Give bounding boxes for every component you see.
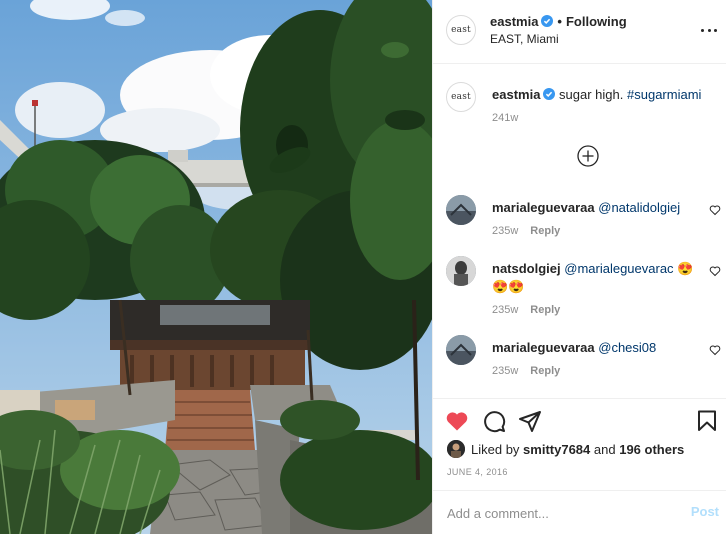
comment-meta: 235w Reply [492,365,560,377]
post-comment-button[interactable]: Post [691,504,719,519]
caption-text: eastmia sugar high. #sugarmiami [492,86,702,104]
rooftop-garden-photo [0,0,432,534]
caption-avatar[interactable]: east [446,82,476,112]
location-link[interactable]: EAST, Miami [490,32,559,46]
liker-username[interactable]: smitty7684 [523,442,590,457]
post-header: east eastmia • Following EAST, Miami [433,0,726,64]
commenter-avatar[interactable] [446,335,476,365]
comment-input[interactable] [447,503,667,523]
comment-age: 235w [492,225,519,237]
comment-text: marialeguevaraa @chesi08 [492,339,702,357]
verified-badge-icon [543,88,556,100]
comment-meta: 235w Reply [492,225,560,237]
liker-avatar[interactable] [447,440,465,458]
comment-mention[interactable]: @chesi08 [598,340,656,355]
comment-row: marialeguevaraa @chesi08 235w Reply [433,335,726,385]
separator-dot: • [557,14,562,29]
verified-badge-icon [541,15,554,27]
reply-button[interactable]: Reply [530,365,560,377]
post-actions: Liked by smitty7684 and 196 others JUNE … [433,398,726,533]
plus-circle-icon[interactable] [577,145,599,167]
post-sidebar: east eastmia • Following EAST, Miami east … [432,0,726,534]
comment-meta: 235w Reply [492,304,560,316]
comment-age: 235w [492,365,519,377]
bookmark-icon[interactable] [695,409,719,433]
post-date: JUNE 4, 2016 [447,467,508,477]
comment-username[interactable]: marialeguevaraa [492,200,595,215]
comment-row: marialeguevaraa @natalidolgiej 235w Reply [433,195,726,245]
comment-mention[interactable]: @natalidolgiej [598,200,680,215]
share-icon[interactable] [518,409,542,433]
hashtag-link[interactable]: #sugarmiami [627,87,701,102]
comment-form: Post [433,490,726,534]
header-username[interactable]: eastmia [490,14,538,29]
commenter-avatar[interactable] [446,195,476,225]
comment-mention[interactable]: @marialeguevarac [564,261,673,276]
comment-text: marialeguevaraa @natalidolgiej [492,199,702,217]
avatar-logo-text: east [451,92,471,102]
caption-body: sugar high. [559,87,624,102]
reply-button[interactable]: Reply [530,225,560,237]
likes-others[interactable]: 196 others [619,442,684,457]
caption-row: east eastmia sugar high. #sugarmiami 241… [433,82,726,142]
post-photo[interactable] [0,0,432,534]
account-avatar[interactable]: east [446,15,476,45]
comment-like-icon[interactable] [709,344,721,356]
following-button[interactable]: Following [566,14,627,29]
header-title-line: eastmia • Following [490,14,627,29]
heart-icon[interactable] [445,409,469,433]
comment-like-icon[interactable] [709,265,721,277]
likes-conjunction: and [593,441,616,457]
comment-username[interactable]: marialeguevaraa [492,340,595,355]
comments-list[interactable]: east eastmia sugar high. #sugarmiami 241… [433,65,726,398]
commenter-avatar[interactable] [446,256,476,286]
avatar-logo-text: east [451,25,471,35]
caption-age: 241w [492,112,519,124]
comment-icon[interactable] [482,409,506,433]
likes-summary: Liked by smitty7684 and 196 others [447,439,684,459]
comment-like-icon[interactable] [709,204,721,216]
more-options-icon[interactable] [701,22,717,38]
comment-text: natsdolgiej @marialeguevarac 😍😍😍 [492,260,702,296]
comment-row: natsdolgiej @marialeguevarac 😍😍😍 235w Rep… [433,256,726,322]
likes-prefix: Liked by [471,441,520,457]
comment-username[interactable]: natsdolgiej [492,261,561,276]
reply-button[interactable]: Reply [530,304,560,316]
comment-age: 235w [492,304,519,316]
caption-username[interactable]: eastmia [492,87,540,102]
